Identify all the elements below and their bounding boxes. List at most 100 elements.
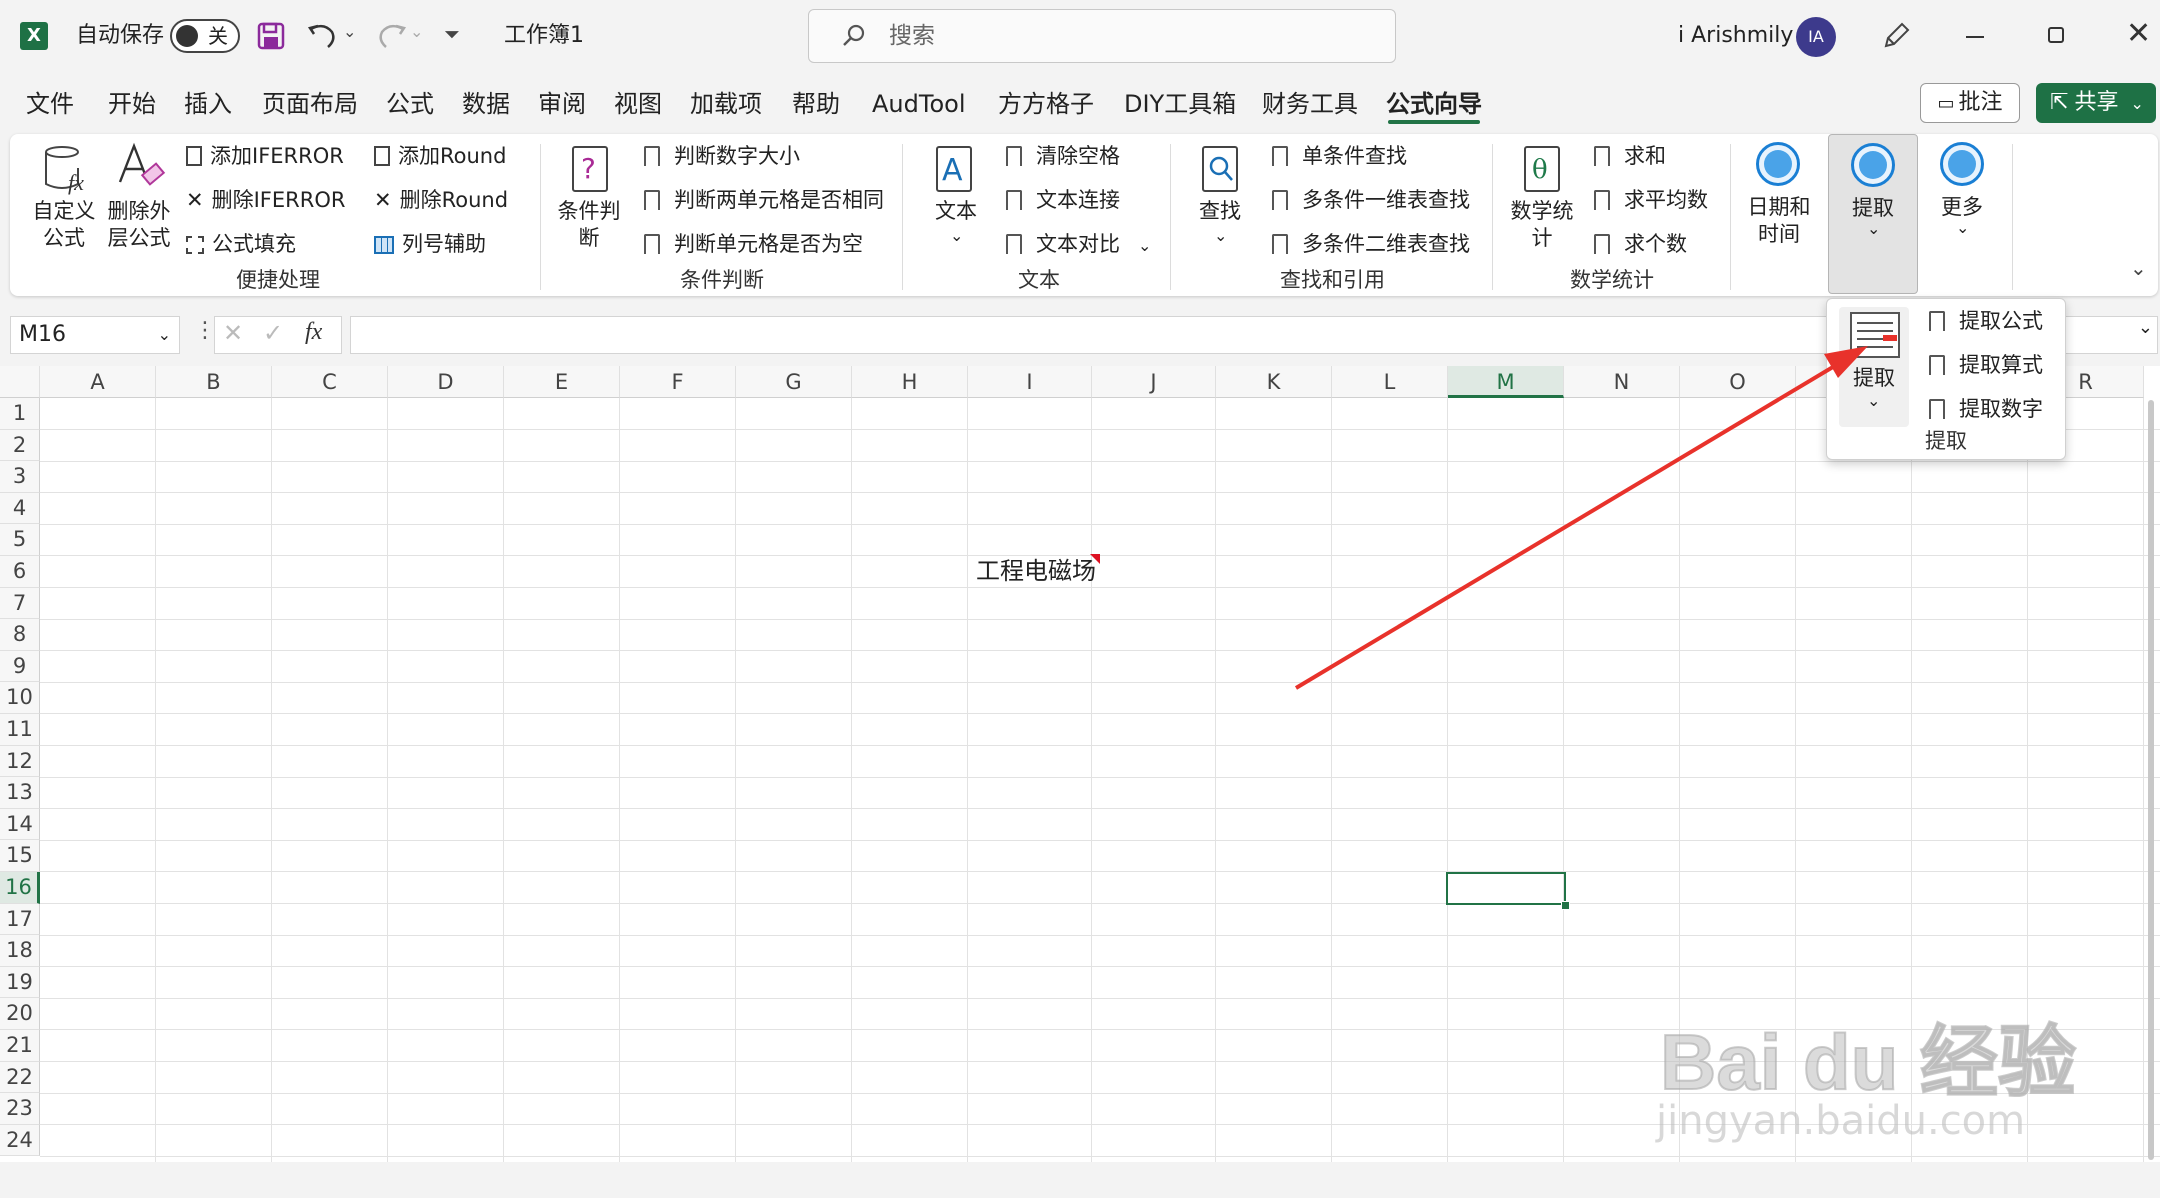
condition-judge-button[interactable]: ? 条件判断 — [556, 142, 624, 262]
row-header-11[interactable]: 11 — [0, 714, 40, 746]
column-header-E[interactable]: E — [504, 366, 620, 398]
text-concat-button[interactable]: 文本连接 — [1006, 186, 1120, 214]
row-header-5[interactable]: 5 — [0, 524, 40, 556]
tab-insert[interactable]: 插入 — [184, 80, 232, 128]
extract-number-item[interactable]: 提取数字 — [1929, 395, 2043, 423]
tab-home[interactable]: 开始 — [108, 80, 156, 128]
row-header-22[interactable]: 22 — [0, 1061, 40, 1094]
delete-round-button[interactable]: ✕ 删除Round — [374, 186, 508, 214]
tab-fangfang[interactable]: 方方格子 — [998, 80, 1094, 128]
tab-file[interactable]: 文件 — [26, 80, 74, 128]
tab-audtool[interactable]: AudTool — [872, 80, 965, 128]
row-header-21[interactable]: 21 — [0, 1030, 40, 1062]
row-header-12[interactable]: 12 — [0, 745, 40, 778]
row-header-24[interactable]: 24 — [0, 1124, 40, 1157]
add-round-button[interactable]: 添加Round — [374, 142, 506, 170]
search-box[interactable]: 搜索 — [808, 9, 1396, 63]
column-header-G[interactable]: G — [736, 366, 852, 398]
row-header-23[interactable]: 23 — [0, 1093, 40, 1125]
save-icon[interactable] — [256, 21, 286, 51]
column-header-B[interactable]: B — [156, 366, 272, 398]
tab-review[interactable]: 审阅 — [538, 80, 586, 128]
single-lookup-button[interactable]: 单条件查找 — [1272, 142, 1407, 170]
row-header-15[interactable]: 15 — [0, 840, 40, 872]
name-box[interactable]: M16 ⌄ — [10, 316, 180, 354]
cell-I6[interactable]: 工程电磁场 — [976, 556, 1096, 586]
add-iferror-button[interactable]: 添加IFERROR — [186, 142, 344, 170]
find-button[interactable]: 查找 ⌄ — [1186, 142, 1254, 262]
row-header-1[interactable]: 1 — [0, 398, 40, 430]
math-stats-button[interactable]: θ 数学统计 — [1506, 142, 1578, 262]
column-header-N[interactable]: N — [1564, 366, 1680, 398]
extract-big-button[interactable]: 提取 ⌄ — [1839, 307, 1909, 427]
column-header-H[interactable]: H — [852, 366, 968, 398]
column-helper-button[interactable]: 列号辅助 — [374, 230, 486, 258]
row-header-13[interactable]: 13 — [0, 777, 40, 809]
avatar[interactable]: IA — [1796, 17, 1836, 57]
column-header-A[interactable]: A — [40, 366, 156, 398]
column-header-J[interactable]: J — [1092, 366, 1216, 398]
column-header-M[interactable]: M — [1448, 366, 1564, 398]
column-header-O[interactable]: O — [1680, 366, 1796, 398]
selected-cell-M16[interactable] — [1446, 872, 1566, 905]
select-all-corner[interactable] — [0, 366, 40, 398]
fill-handle[interactable] — [1561, 901, 1570, 910]
judge-size-button[interactable]: 判断数字大小 — [644, 142, 800, 170]
insert-function-icon[interactable]: fx — [305, 319, 322, 346]
customize-qat-icon[interactable]: ⏷ — [444, 22, 460, 46]
close-icon[interactable]: ✕ — [2126, 14, 2151, 54]
undo-dropdown-icon[interactable]: ⌄ — [343, 22, 356, 41]
minimize-icon[interactable] — [1966, 36, 1984, 38]
tab-formulas[interactable]: 公式 — [386, 80, 434, 128]
remove-outer-formula-button[interactable]: 删除外层公式 — [104, 142, 176, 262]
delete-iferror-button[interactable]: ✕ 删除IFERROR — [186, 186, 345, 214]
vertical-scrollbar[interactable] — [2148, 400, 2154, 1160]
judge-empty-button[interactable]: 判断单元格是否为空 — [644, 230, 863, 258]
column-header-C[interactable]: C — [272, 366, 388, 398]
autosave-toggle[interactable]: 关 — [170, 19, 240, 53]
column-header-D[interactable]: D — [388, 366, 504, 398]
text-compare-button[interactable]: 文本对比 ⌄ — [1006, 230, 1151, 260]
row-header-20[interactable]: 20 — [0, 998, 40, 1030]
tab-finance-tools[interactable]: 财务工具 — [1262, 80, 1358, 128]
tab-page-layout[interactable]: 页面布局 — [262, 80, 358, 128]
average-button[interactable]: 求平均数 — [1594, 186, 1708, 214]
count-button[interactable]: 求个数 — [1594, 230, 1687, 258]
row-header-4[interactable]: 4 — [0, 492, 40, 525]
row-header-14[interactable]: 14 — [0, 808, 40, 841]
column-header-I[interactable]: I — [968, 366, 1092, 398]
row-header-19[interactable]: 19 — [0, 966, 40, 999]
tab-addins[interactable]: 加载项 — [690, 80, 762, 128]
custom-formula-button[interactable]: fx 自定义公式 — [26, 142, 106, 262]
share-button[interactable]: ⇱ 共享 ⌄ — [2036, 83, 2156, 123]
tab-help[interactable]: 帮助 — [792, 80, 840, 128]
row-header-8[interactable]: 8 — [0, 619, 40, 651]
fill-formula-button[interactable]: 公式填充 — [186, 230, 296, 258]
ribbon-collapse-icon[interactable]: ⌄ — [2130, 256, 2147, 280]
datetime-button[interactable]: 日期和时间 — [1742, 142, 1818, 262]
row-header-10[interactable]: 10 — [0, 682, 40, 714]
judge-same-button[interactable]: 判断两单元格是否相同 — [644, 186, 884, 214]
extract-expression-item[interactable]: 提取算式 — [1929, 351, 2043, 379]
row-header-3[interactable]: 3 — [0, 461, 40, 493]
user-name[interactable]: i Arishmily — [1678, 0, 1793, 72]
extract-button[interactable]: 提取 ⌄ — [1828, 134, 1918, 294]
row-header-7[interactable]: 7 — [0, 587, 40, 620]
text-button[interactable]: A 文本 ⌄ — [920, 142, 992, 262]
expand-formula-icon[interactable]: ⌄ — [2138, 317, 2153, 338]
row-header-17[interactable]: 17 — [0, 903, 40, 936]
column-header-K[interactable]: K — [1216, 366, 1332, 398]
pen-icon[interactable] — [1880, 20, 1912, 52]
tab-data[interactable]: 数据 — [462, 80, 510, 128]
column-header-L[interactable]: L — [1332, 366, 1448, 398]
undo-icon[interactable] — [306, 20, 340, 52]
tab-view[interactable]: 视图 — [614, 80, 662, 128]
multi-2d-lookup-button[interactable]: 多条件二维表查找 — [1272, 230, 1470, 258]
comments-button[interactable]: ▭ 批注 — [1920, 83, 2020, 123]
column-header-F[interactable]: F — [620, 366, 736, 398]
tab-diy-toolbox[interactable]: DIY工具箱 — [1124, 80, 1236, 128]
sum-button[interactable]: 求和 — [1594, 142, 1666, 170]
more-button[interactable]: 更多 ⌄ — [1926, 142, 2000, 262]
multi-1d-lookup-button[interactable]: 多条件一维表查找 — [1272, 186, 1470, 214]
row-header-9[interactable]: 9 — [0, 650, 40, 683]
